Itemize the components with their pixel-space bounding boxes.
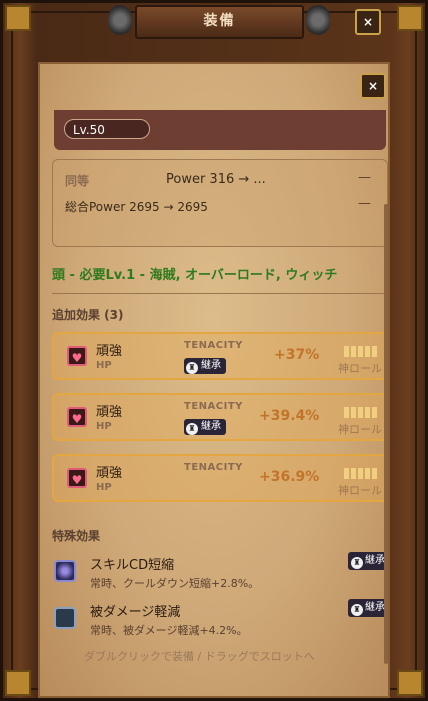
- usage-hint: ダブルクリックで装備 / ドラッグでスロットへ: [84, 650, 315, 663]
- skill-cd-icon: [54, 560, 76, 582]
- effect-value: +37%: [274, 347, 320, 363]
- effect-name: 頑強: [96, 466, 123, 481]
- special-effect-name: 被ダメージ軽減: [90, 605, 181, 620]
- roll-quality-bars: [344, 342, 379, 361]
- effect-value: +39.4%: [259, 408, 320, 424]
- corner-ornament: [397, 5, 423, 31]
- god-roll-label: 神ロール: [338, 362, 382, 375]
- effect-name: 頑強: [96, 344, 123, 359]
- effect-row[interactable]: ♥ 頑強 HP TENACITY +36.9% 神ロール: [52, 454, 388, 502]
- effect-stat: HP: [96, 360, 112, 371]
- roll-quality-bars: [344, 464, 379, 483]
- panel-close-button[interactable]: ×: [360, 73, 386, 99]
- shield-icon: [54, 607, 76, 629]
- scrollbar[interactable]: [384, 204, 388, 664]
- inherit-label: 継承: [365, 602, 385, 613]
- effect-tag: TENACITY: [184, 401, 243, 412]
- effect-row[interactable]: ♥ 頑強 HP TENACITY ♜ 継承 +39.4% 神ロール: [52, 393, 388, 441]
- special-effects-title: 特殊効果: [52, 529, 101, 543]
- window-close-button[interactable]: ×: [355, 9, 381, 35]
- power-comparison: 同等 Power 316 → ... — 総合Power 2695 → 2695…: [52, 159, 388, 247]
- scroll-roll-icon: [108, 5, 132, 35]
- total-power-delta: —: [358, 196, 371, 211]
- total-power: 総合Power 2695 → 2695: [65, 200, 208, 214]
- level-field[interactable]: Lv.50: [64, 119, 150, 139]
- inherit-icon: ♜: [186, 423, 198, 435]
- effect-tag: TENACITY: [184, 462, 243, 473]
- power-delta: —: [358, 170, 371, 185]
- roll-quality-bars: [344, 403, 379, 422]
- god-roll-label: 神ロール: [338, 423, 382, 436]
- extra-effects-title: 追加効果 (3): [52, 308, 124, 322]
- inherit-badge: ♜ 継承: [348, 552, 388, 570]
- power-value: Power 316 → ...: [166, 172, 266, 187]
- effect-stat: HP: [96, 482, 112, 493]
- same-label: 同等: [65, 174, 90, 188]
- effect-tag: TENACITY: [184, 340, 243, 351]
- heart-icon: ♥: [67, 468, 87, 488]
- equipment-panel: Lv.50 同等 Power 316 → ... — 総合Power 2695 …: [38, 62, 390, 698]
- inherit-badge: ♜ 継承: [348, 599, 388, 617]
- effect-row[interactable]: ♥ 頑強 HP TENACITY ♜ 継承 +37% 神ロール: [52, 332, 388, 380]
- window-title: 装備: [135, 5, 304, 39]
- special-effect-desc: 常時、被ダメージ軽減+4.2%。: [90, 624, 248, 637]
- corner-ornament: [397, 670, 423, 696]
- inherit-icon: ♜: [351, 604, 363, 616]
- special-effect-desc: 常時、クールダウン短縮+2.8%。: [90, 577, 260, 590]
- heart-icon: ♥: [67, 407, 87, 427]
- effect-stat: HP: [96, 421, 112, 432]
- divider: [52, 293, 386, 294]
- inherit-label: 継承: [365, 555, 385, 566]
- inherit-icon: ♜: [186, 362, 198, 374]
- inherit-badge: ♜ 継承: [184, 358, 226, 374]
- special-effect-name: スキルCD短縮: [90, 558, 175, 573]
- inherit-icon: ♜: [351, 557, 363, 569]
- item-headline: 頭 - 必要Lv.1 - 海賊, オーバーロード, ウィッチ: [52, 268, 338, 283]
- scroll-roll-icon: [306, 5, 330, 35]
- corner-ornament: [5, 5, 31, 31]
- effect-value: +36.9%: [259, 469, 320, 485]
- inherit-label: 継承: [201, 360, 221, 371]
- inherit-label: 継承: [201, 421, 221, 432]
- god-roll-label: 神ロール: [338, 484, 382, 497]
- corner-ornament: [5, 670, 31, 696]
- heart-icon: ♥: [67, 346, 87, 366]
- inherit-badge: ♜ 継承: [184, 419, 226, 435]
- effect-name: 頑強: [96, 405, 123, 420]
